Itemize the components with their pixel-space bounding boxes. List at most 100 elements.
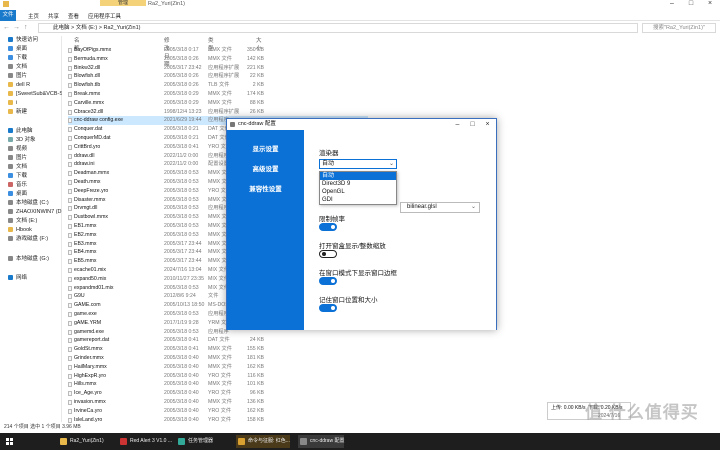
nav-item[interactable]: 本地磁盘 (G:) bbox=[0, 255, 62, 264]
search-input[interactable]: 搜索"Ra2_Yuri(Zin1)" bbox=[642, 23, 716, 33]
tab-display-settings[interactable]: 显示设置 bbox=[227, 143, 304, 153]
file-row[interactable]: invasion.mmx 2005/3/18 0:40 MMX 文件 136 KB bbox=[68, 398, 368, 407]
tab-advanced-settings[interactable]: 高级设置 bbox=[227, 163, 304, 173]
nav-item[interactable]: 新建 bbox=[0, 108, 62, 117]
dialog-maximize-button[interactable]: □ bbox=[465, 119, 480, 130]
file-name: expandmd01.mix bbox=[74, 284, 114, 291]
ribbon-tab-app-tools[interactable]: 应用程序工具 bbox=[88, 12, 121, 20]
nav-item[interactable]: 下载 bbox=[0, 172, 62, 181]
breadcrumb-this-pc[interactable]: 此电脑 bbox=[53, 25, 70, 31]
file-size: 174 KB bbox=[246, 91, 264, 97]
taskbar-item-red-alert-3[interactable]: Red Alert 3 V1.0 ... bbox=[118, 435, 172, 448]
nav-item[interactable]: 视频 bbox=[0, 145, 62, 154]
renderer-dropdown[interactable]: 自动 ⌄ bbox=[319, 159, 397, 169]
nav-item[interactable]: 游戏磁盘 (F:) bbox=[0, 235, 62, 244]
file-row[interactable]: Binkw32.dll 2005/3/17 23:42 应用程序扩展 221 KB bbox=[68, 64, 368, 73]
ribbon-tab-view[interactable]: 查看 bbox=[68, 12, 79, 20]
nav-item-label: 视频 bbox=[16, 146, 28, 152]
nav-item-label: 文档 bbox=[16, 64, 28, 70]
file-row[interactable]: GoldSt.mmx 2005/3/18 0:41 MMX 文件 155 KB bbox=[68, 345, 368, 354]
ribbon-tab-home[interactable]: 主页 bbox=[28, 12, 39, 20]
nav-item[interactable]: 桌面 bbox=[0, 190, 62, 199]
file-row[interactable]: HailMary.mmx 2005/3/18 0:40 MMX 文件 162 KB bbox=[68, 363, 368, 372]
renderer-option-auto[interactable]: 自动 bbox=[320, 172, 396, 180]
file-icon bbox=[68, 241, 72, 247]
file-row[interactable]: Ice_Age.yro 2005/3/18 0:40 YRO 文件 96 KB bbox=[68, 389, 368, 398]
nav-item[interactable]: dell R bbox=[0, 81, 62, 90]
file-size: 26 KB bbox=[249, 108, 264, 115]
ribbon-tab-share[interactable]: 共享 bbox=[48, 12, 59, 20]
nav-item[interactable]: 本地磁盘 (C:) bbox=[0, 199, 62, 208]
nav-item[interactable]: Hbook bbox=[0, 226, 62, 235]
nav-item-icon bbox=[8, 109, 13, 115]
nav-item[interactable]: 文档 bbox=[0, 63, 62, 72]
taskbar-item-explorer[interactable]: Ra2_Yuri(Zin1) bbox=[58, 435, 104, 448]
file-row[interactable]: HighExpR.yro 2005/3/18 0:40 YRO 文件 116 KB bbox=[68, 372, 368, 381]
close-button[interactable]: × bbox=[702, 0, 718, 8]
nav-item[interactable]: i bbox=[0, 99, 62, 108]
dialog-minimize-button[interactable]: – bbox=[450, 119, 465, 130]
taskbar-item-task-manager[interactable]: 任务管理器 bbox=[176, 435, 213, 448]
file-type: DAT 文件 bbox=[208, 337, 230, 344]
nav-item[interactable]: 桌面 bbox=[0, 45, 62, 54]
tab-compatibility-settings[interactable]: 兼容性设置 bbox=[227, 183, 304, 193]
file-size: 162 KB bbox=[246, 363, 264, 370]
nav-item[interactable]: 图片 bbox=[0, 154, 62, 163]
start-button[interactable] bbox=[4, 435, 14, 448]
forward-icon[interactable]: → bbox=[13, 24, 20, 31]
nav-item[interactable]: 此电脑 bbox=[0, 127, 62, 136]
file-row[interactable]: BayOfPigs.mmx 2005/3/18 0:17 MMX 文件 350 KB bbox=[68, 46, 368, 55]
file-row[interactable]: Cbrace32.dll 1998/12/4 13:23 应用程序扩展 26 KB bbox=[68, 108, 368, 117]
address-box[interactable]: 此电脑 > 文档 (E:) > Ra2_Yuri(Zin1) bbox=[38, 23, 638, 33]
nav-item[interactable]: ZHAOXINWIN7 (D:) bbox=[0, 208, 62, 217]
maximize-button[interactable]: □ bbox=[683, 0, 699, 8]
navigation-pane: 快速访问桌面下载文档图片dell R[SweetSub&VCB-Studio]i… bbox=[0, 36, 62, 422]
file-row[interactable]: gamereport.dat 2005/3/18 0:41 DAT 文件 24 KB bbox=[68, 336, 368, 345]
renderer-option-gdi[interactable]: GDI bbox=[320, 196, 396, 204]
file-name: Disaster.mmx bbox=[74, 196, 106, 203]
file-row[interactable]: Bermuda.mmx 2005/3/18 0:26 MMX 文件 142 KB bbox=[68, 55, 368, 64]
breadcrumb-folder[interactable]: Ra2_Yuri(Zin1) bbox=[103, 25, 140, 31]
dialog-close-button[interactable]: × bbox=[480, 119, 495, 130]
file-name: Binkw32.dll bbox=[74, 64, 101, 71]
nav-item[interactable]: [SweetSub&VCB-Studio] bbox=[0, 90, 62, 99]
nav-item[interactable]: 文档 (E:) bbox=[0, 217, 62, 226]
nav-item[interactable]: 快速访问 bbox=[0, 36, 62, 45]
ribbon-manage-tab[interactable]: 管理 bbox=[100, 0, 146, 6]
dialog-title-bar: cnc-ddraw 配置 – □ × bbox=[227, 119, 496, 130]
toggle-boxing[interactable] bbox=[319, 250, 337, 258]
file-row[interactable]: Grinder.mmx 2005/3/18 0:40 MMX 文件 181 KB bbox=[68, 354, 368, 363]
nav-item[interactable]: 下载 bbox=[0, 54, 62, 63]
file-row[interactable]: Break.mmx 2005/3/18 0:29 MMX 文件 174 KB bbox=[68, 90, 368, 99]
breadcrumb-drive[interactable]: 文档 (E:) bbox=[76, 25, 97, 31]
nav-item[interactable]: 文档 bbox=[0, 163, 62, 172]
toggle-remember-window[interactable] bbox=[319, 304, 337, 312]
minimize-button[interactable]: – bbox=[664, 0, 680, 8]
taskbar-item-cnc[interactable]: 命令与征服: 红色... bbox=[236, 435, 290, 448]
renderer-option-d3d9[interactable]: Direct3D 9 bbox=[320, 180, 396, 188]
nav-item[interactable]: 3D 对象 bbox=[0, 136, 62, 145]
nav-item[interactable]: 图片 bbox=[0, 72, 62, 81]
taskbar-item-cnc-ddraw[interactable]: cnc-ddraw 配置 bbox=[298, 435, 345, 448]
nav-item[interactable]: 网络 bbox=[0, 274, 62, 283]
ribbon-tab-file[interactable]: 文件 bbox=[0, 10, 16, 21]
file-row[interactable]: IrvineCa.yro 2005/3/18 0:40 YRO 文件 162 KB bbox=[68, 407, 368, 416]
file-row[interactable]: Blowfish.tlb 2005/3/18 0:26 TLB 文件 2 KB bbox=[68, 81, 368, 90]
nav-item-icon bbox=[8, 73, 13, 79]
file-name: expand50.mix bbox=[74, 275, 107, 282]
file-row[interactable]: Hills.mmx 2005/3/18 0:40 MMX 文件 101 KB bbox=[68, 380, 368, 389]
file-row[interactable]: Blowfish.dll 2005/3/18 0:26 应用程序扩展 22 KB bbox=[68, 72, 368, 81]
toggle-frame-limit[interactable] bbox=[319, 223, 337, 231]
up-icon[interactable]: ↑ bbox=[24, 24, 28, 31]
back-icon[interactable]: ← bbox=[3, 24, 10, 31]
file-row[interactable]: Carville.mmx 2005/3/18 0:29 MMX 文件 88 KB bbox=[68, 99, 368, 108]
file-date: 2005/3/18 0:53 bbox=[164, 214, 199, 221]
nav-item[interactable]: 音乐 bbox=[0, 181, 62, 190]
file-name: game.exe bbox=[74, 311, 97, 317]
toggle-window-border[interactable] bbox=[319, 277, 337, 285]
file-size: 2 KB bbox=[252, 82, 264, 89]
shader-dropdown[interactable]: bilinear.glsl ⌄ bbox=[400, 202, 480, 213]
task-manager-icon bbox=[178, 438, 185, 445]
renderer-option-opengl[interactable]: OpenGL bbox=[320, 188, 396, 196]
nav-item-label: i bbox=[16, 100, 18, 106]
